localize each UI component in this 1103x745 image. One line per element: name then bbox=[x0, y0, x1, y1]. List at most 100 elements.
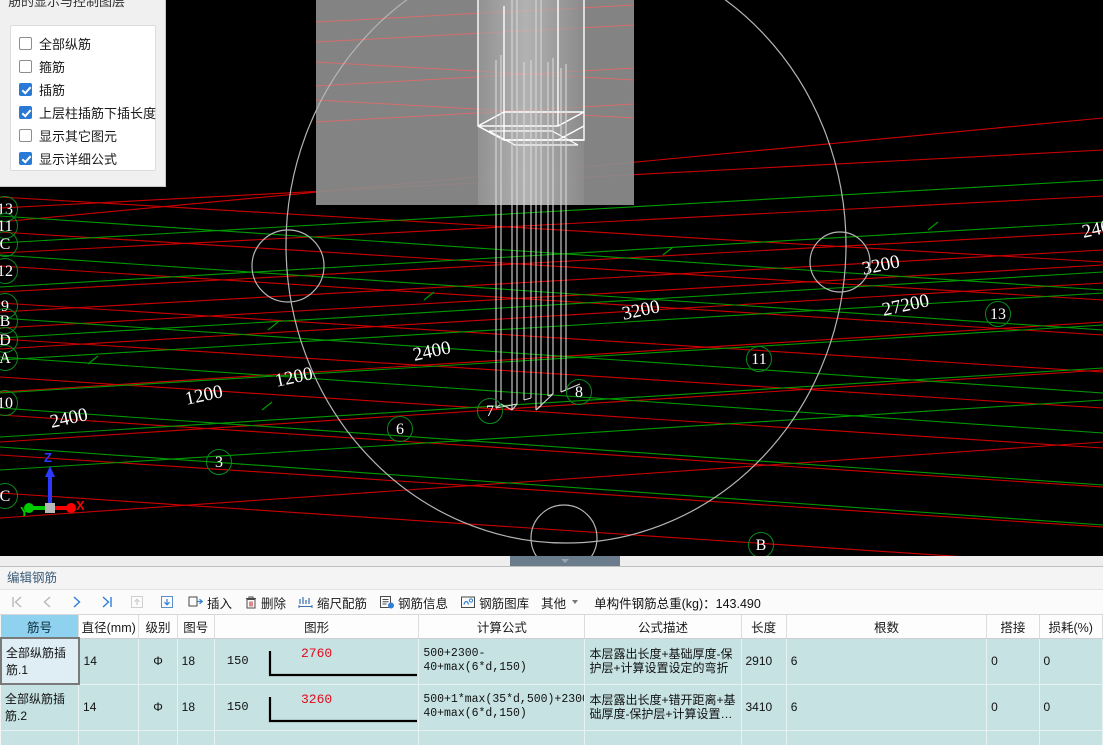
checkbox-label: 上层柱插筋下插长度 bbox=[39, 106, 157, 121]
scale-rebar-icon bbox=[298, 595, 314, 610]
checkbox-box[interactable] bbox=[19, 37, 32, 50]
other-menu-button[interactable]: 其他 bbox=[535, 590, 584, 614]
grid-bubble[interactable]: 3 bbox=[206, 449, 232, 475]
cell-empty[interactable] bbox=[741, 730, 787, 745]
insert-button[interactable]: 插入 bbox=[182, 590, 238, 614]
table-row-partial[interactable] bbox=[1, 730, 1103, 745]
last-record-button[interactable] bbox=[92, 590, 122, 614]
cell-empty[interactable] bbox=[177, 730, 215, 745]
cell-loss[interactable]: 0 bbox=[1039, 684, 1103, 731]
editor-toolbar: 插入 删除 缩尺配筋 钢筋信息 钢筋图库 其他 单构件钢筋总重(kg)：143.… bbox=[0, 589, 1103, 615]
cell-formula[interactable]: 500+2300-40+max(6*d,150) bbox=[418, 638, 586, 685]
cell-empty[interactable] bbox=[78, 730, 140, 745]
cell-empty[interactable] bbox=[418, 730, 586, 745]
checkbox-stirrups[interactable]: 箍筋 bbox=[19, 55, 155, 78]
column-header-lap[interactable]: 搭接 bbox=[986, 615, 1040, 639]
cell-empty[interactable] bbox=[584, 730, 742, 745]
cell-lap[interactable]: 0 bbox=[986, 638, 1040, 685]
cell-fig-no[interactable]: 18 bbox=[177, 638, 215, 685]
table-row[interactable]: 全部纵筋插筋.2 14 Φ 18 150 3260 500+1*max(35*d… bbox=[1, 684, 1103, 731]
cell-shape[interactable]: 150 2760 bbox=[214, 638, 420, 685]
cell-empty[interactable] bbox=[986, 730, 1040, 745]
column-header-bar-no[interactable]: 筋号 bbox=[1, 615, 80, 639]
cell-bar-no[interactable]: 全部纵筋插筋.2 bbox=[1, 684, 80, 731]
viewport-horizontal-scrollbar[interactable] bbox=[0, 556, 1103, 566]
axis-label-y: Y bbox=[20, 504, 29, 519]
rebar-library-button[interactable]: 钢筋图库 bbox=[454, 590, 535, 614]
total-weight-display: 单构件钢筋总重(kg)：143.490 bbox=[594, 593, 761, 612]
column-header-loss[interactable]: 损耗(%) bbox=[1039, 615, 1103, 639]
prev-record-button[interactable] bbox=[32, 590, 62, 614]
options-checkbox-list: 全部纵筋 箍筋 插筋 上层柱插筋下插长度 显示其它图元 显示详细公式 bbox=[10, 25, 156, 171]
rebar-table[interactable]: 筋号 直径(mm) 级别 图号 图形 计算公式 公式描述 长度 根数 搭接 损耗… bbox=[0, 615, 1103, 745]
rebar-library-label: 钢筋图库 bbox=[479, 596, 530, 611]
table-header-row: 筋号 直径(mm) 级别 图号 图形 计算公式 公式描述 长度 根数 搭接 损耗… bbox=[1, 615, 1103, 639]
checkbox-show-detailed-formula[interactable]: 显示详细公式 bbox=[19, 147, 155, 170]
grid-bubble[interactable]: 11 bbox=[746, 346, 772, 372]
checkbox-all-longitudinal-bars[interactable]: 全部纵筋 bbox=[19, 32, 155, 55]
column-header-formula[interactable]: 计算公式 bbox=[418, 615, 586, 639]
cell-lap[interactable]: 0 bbox=[986, 684, 1040, 731]
cell-length[interactable]: 2910 bbox=[741, 638, 787, 685]
column-header-length[interactable]: 长度 bbox=[741, 615, 787, 639]
scale-rebar-button[interactable]: 缩尺配筋 bbox=[292, 590, 373, 614]
axis-gizmo[interactable]: Z Y X bbox=[18, 450, 88, 520]
total-weight-label: 单构件钢筋总重(kg)： bbox=[594, 596, 716, 611]
column-header-desc[interactable]: 公式描述 bbox=[584, 615, 742, 639]
cell-bar-no[interactable]: 全部纵筋插筋.1 bbox=[0, 637, 80, 685]
cell-diameter[interactable]: 14 bbox=[78, 638, 140, 685]
checkbox-dowel-bars[interactable]: 插筋 bbox=[19, 78, 155, 101]
column-header-diameter[interactable]: 直径(mm) bbox=[78, 615, 140, 639]
cell-loss[interactable]: 0 bbox=[1039, 638, 1103, 685]
checkbox-upper-column-dowel-length[interactable]: 上层柱插筋下插长度 bbox=[19, 101, 157, 124]
first-record-button[interactable] bbox=[2, 590, 32, 614]
move-up-button[interactable] bbox=[122, 590, 152, 614]
checkbox-label: 全部纵筋 bbox=[39, 37, 92, 52]
other-label: 其他 bbox=[541, 596, 567, 611]
next-record-button[interactable] bbox=[62, 590, 92, 614]
cell-grade[interactable]: Φ bbox=[138, 638, 178, 685]
cell-empty[interactable] bbox=[1, 730, 80, 745]
rebar-display-options-panel: 筋的显示与控制图层 全部纵筋 箍筋 插筋 上层柱插筋下插长度 显示其它图元 显示… bbox=[0, 0, 166, 187]
rebar-shape-icon bbox=[268, 696, 417, 722]
checkbox-label: 箍筋 bbox=[39, 60, 66, 75]
column-header-fig-no[interactable]: 图号 bbox=[177, 615, 215, 639]
move-down-button[interactable] bbox=[152, 590, 182, 614]
scrollbar-thumb[interactable] bbox=[510, 556, 620, 566]
scale-rebar-label: 缩尺配筋 bbox=[317, 596, 368, 611]
cell-grade[interactable]: Φ bbox=[138, 684, 178, 731]
grid-bubble[interactable]: B bbox=[748, 532, 774, 558]
cell-diameter[interactable]: 14 bbox=[78, 684, 140, 731]
checkbox-box[interactable] bbox=[19, 129, 32, 142]
cell-empty[interactable] bbox=[1039, 730, 1103, 745]
grid-bubble[interactable]: 6 bbox=[387, 416, 413, 442]
rebar-info-button[interactable]: 钢筋信息 bbox=[373, 590, 454, 614]
cell-empty[interactable] bbox=[214, 730, 420, 745]
cell-empty[interactable] bbox=[786, 730, 988, 745]
cell-formula[interactable]: 500+1*max(35*d,500)+2300-40+max(6*d,150) bbox=[418, 684, 586, 731]
column-header-count[interactable]: 根数 bbox=[786, 615, 988, 639]
table-row[interactable]: 全部纵筋插筋.1 14 Φ 18 150 2760 500+2300-40+ma… bbox=[0, 637, 1103, 685]
cell-length[interactable]: 3410 bbox=[741, 684, 787, 731]
checkbox-show-other-elements[interactable]: 显示其它图元 bbox=[19, 124, 155, 147]
cell-description[interactable]: 本层露出长度+基础厚度-保护层+计算设置设定的弯折 bbox=[584, 638, 742, 685]
grid-bubble[interactable]: 13 bbox=[985, 301, 1011, 327]
cell-count[interactable]: 6 bbox=[786, 684, 988, 731]
cell-fig-no[interactable]: 18 bbox=[177, 684, 215, 731]
checkbox-box[interactable] bbox=[19, 60, 32, 73]
cell-description[interactable]: 本层露出长度+错开距离+基础厚度-保护层+计算设置… bbox=[584, 684, 742, 731]
delete-button[interactable]: 删除 bbox=[238, 590, 292, 614]
checkbox-label: 插筋 bbox=[39, 83, 66, 98]
cell-empty[interactable] bbox=[138, 730, 178, 745]
cell-count[interactable]: 6 bbox=[786, 638, 988, 685]
checkbox-box[interactable] bbox=[19, 83, 32, 96]
axis-label-z: Z bbox=[44, 450, 52, 465]
column-header-shape[interactable]: 图形 bbox=[214, 615, 420, 639]
axis-label-x: X bbox=[76, 498, 85, 513]
checkbox-box[interactable] bbox=[19, 106, 32, 119]
checkbox-box[interactable] bbox=[19, 152, 32, 165]
grid-bubble[interactable]: 8 bbox=[566, 379, 592, 405]
cell-shape[interactable]: 150 3260 bbox=[214, 684, 420, 731]
grid-bubble[interactable]: 7 bbox=[477, 398, 503, 424]
column-header-grade[interactable]: 级别 bbox=[138, 615, 178, 639]
